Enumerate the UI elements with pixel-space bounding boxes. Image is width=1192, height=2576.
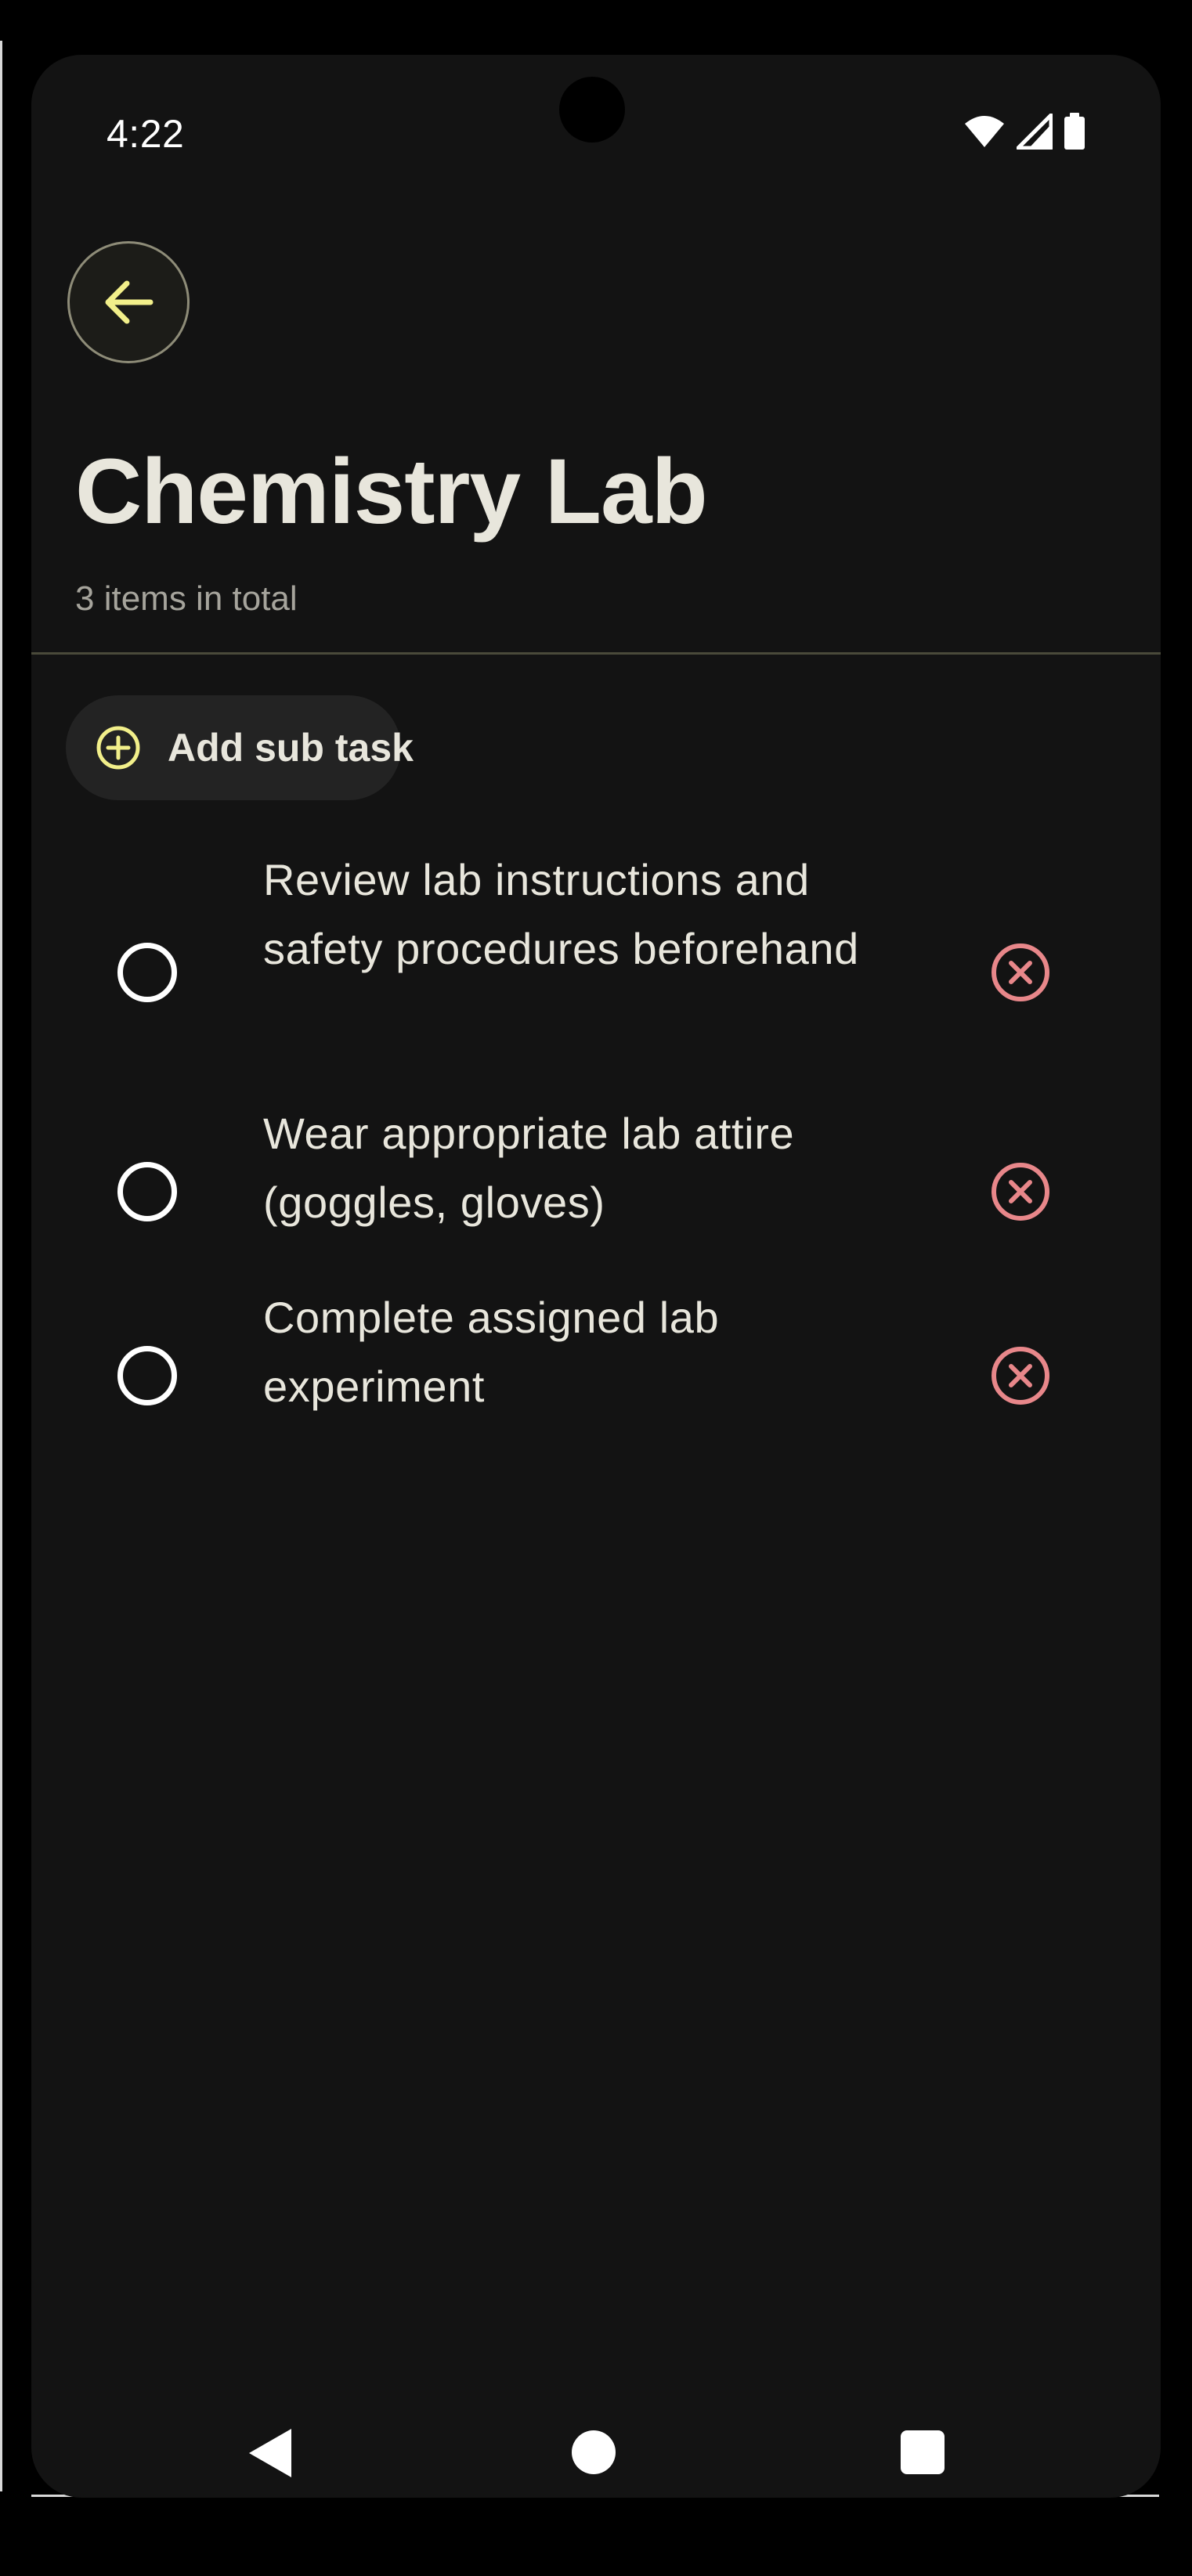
nav-home-icon[interactable]: [572, 2430, 616, 2474]
system-nav-bar: [31, 2396, 1161, 2498]
wifi-icon: [965, 116, 1004, 147]
add-subtask-button[interactable]: Add sub task: [66, 695, 414, 800]
remove-task-button[interactable]: [988, 1344, 1053, 1408]
add-subtask-label: Add sub task: [168, 726, 414, 770]
status-icons: [963, 113, 1085, 150]
task-checkbox[interactable]: [117, 943, 177, 1002]
device-frame: 4:22 Chemistry Lab 3 items in total Add …: [0, 0, 1192, 2576]
battery-icon: [1064, 113, 1085, 150]
remove-task-button[interactable]: [988, 940, 1053, 1005]
items-count: 3 items in total: [75, 579, 298, 618]
arrow-left-icon: [105, 280, 154, 324]
app-screen: 4:22 Chemistry Lab 3 items in total Add …: [31, 55, 1161, 2498]
cellular-signal-icon: [1017, 114, 1053, 150]
close-circle-icon: [992, 1347, 1049, 1405]
back-button[interactable]: [67, 241, 190, 363]
front-camera: [559, 77, 625, 143]
plus-circle-icon: [96, 724, 141, 771]
nav-back-icon[interactable]: [244, 2426, 299, 2480]
nav-recents-icon[interactable]: [901, 2430, 945, 2474]
page-title: Chemistry Lab: [75, 440, 708, 543]
close-circle-icon: [992, 943, 1049, 1001]
task-text: Review lab instructions and safety proce…: [263, 855, 859, 973]
task-text: Complete assigned lab experiment: [263, 1293, 720, 1411]
status-time: 4:22: [107, 112, 185, 156]
task-checkbox[interactable]: [117, 1346, 177, 1405]
remove-task-button[interactable]: [988, 1160, 1053, 1224]
task-checkbox[interactable]: [117, 1162, 177, 1221]
task-text: Wear appropriate lab attire (goggles, gl…: [263, 1109, 795, 1227]
close-circle-icon: [992, 1163, 1049, 1221]
device-edge-left: [0, 41, 2, 2491]
header-divider: [31, 652, 1161, 655]
